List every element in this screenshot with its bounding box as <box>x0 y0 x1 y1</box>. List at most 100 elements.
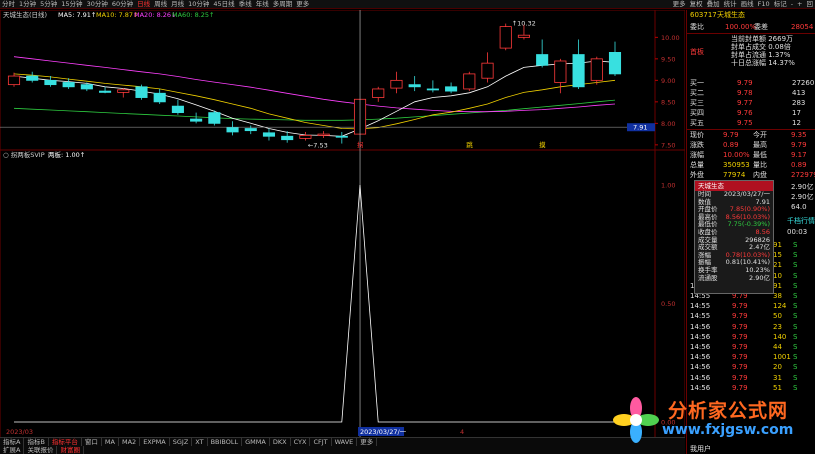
period-tab-8[interactable]: 月线 <box>169 0 186 8</box>
candle <box>208 110 221 126</box>
ma-label: MA10: 7.87↑ <box>96 11 139 19</box>
bid-row: 买五 9.75 12 <box>687 118 815 128</box>
indicator-tab[interactable]: XT <box>192 438 208 446</box>
period-tab-14[interactable]: 更多 <box>294 0 311 8</box>
bid-price: 9.75 <box>737 119 753 127</box>
period-tab-1[interactable]: 1分钟 <box>17 0 38 8</box>
period-tab-2[interactable]: 5分钟 <box>38 0 59 8</box>
indicator-tab[interactable]: 更多 <box>357 438 378 446</box>
extra-value: 2.90亿 <box>791 193 814 201</box>
period-tab-10[interactable]: 45日线 <box>211 0 236 8</box>
quote-value: 9.79 <box>723 131 739 139</box>
shouban-row: 首板 <box>687 47 815 57</box>
price-label: 8.50 <box>661 98 675 106</box>
period-tab-3[interactable]: 15分钟 <box>59 0 84 8</box>
indicator-tab[interactable]: CFJT <box>310 438 332 446</box>
qianzhang-link[interactable]: 千档行情 <box>787 216 815 226</box>
indicator-tab[interactable]: 指标B <box>24 438 49 446</box>
tick-row: 14:56 9.79 51 S <box>687 383 815 393</box>
period-tab-6[interactable]: 日线 <box>135 0 152 8</box>
indicator-value: 两板: 1.00↑ <box>48 150 85 159</box>
wei-cha-value: 28054 <box>791 23 814 31</box>
ext-tab[interactable]: 财富圈 <box>57 446 84 454</box>
indicator-tab[interactable]: 指标平台 <box>49 438 82 446</box>
tick-side: S <box>793 251 798 260</box>
price-label: 8.00 <box>661 120 675 128</box>
toolbar-right-3[interactable]: 统计 <box>722 0 739 8</box>
period-tab-0[interactable]: 分时 <box>0 0 17 8</box>
tick-side: S <box>793 271 798 280</box>
candle <box>7 72 21 87</box>
period-tab-12[interactable]: 年线 <box>254 0 271 8</box>
quote-value: 9.79 <box>791 141 807 149</box>
tick-time: 14:56 <box>690 373 711 382</box>
tick-volume: 44 <box>773 343 782 351</box>
period-tab-13[interactable]: 多周期 <box>271 0 295 8</box>
period-toolbar: 分时 1分钟 5分钟 15分钟 30分钟 60分钟 日线 周线 月线 10分钟 45日线 季线 年线 多周… <box>0 0 815 9</box>
popup-label: 流通股 <box>698 273 718 282</box>
quote-label: 总量 <box>690 161 704 169</box>
bid-volume: 12 <box>792 119 801 127</box>
indicator-tab[interactable]: MA2 <box>119 438 141 446</box>
indicator-tab[interactable]: EXPMA <box>140 438 170 446</box>
tick-time: 14:55 <box>690 302 711 311</box>
toolbar-right-4[interactable]: 画线 <box>739 0 756 8</box>
period-tab-9[interactable]: 10分钟 <box>186 0 211 8</box>
indicator-tab[interactable]: DKX <box>270 438 291 446</box>
toolbar-right-1[interactable]: 复权 <box>688 0 705 8</box>
kline-chart[interactable]: 10.00 9.50 9.00 8.50 8.00 7.50 ↑10.32 ←7.53 7.91… <box>0 10 685 438</box>
stock-name: 天城生态 <box>717 11 745 19</box>
tick-side: S <box>793 363 798 372</box>
ext-tab[interactable]: 关联报价 <box>24 446 58 454</box>
indicator-tab[interactable]: MA <box>102 438 119 446</box>
popup-value: 2.90亿 <box>749 273 770 282</box>
toolbar-right-8[interactable]: + <box>795 0 804 8</box>
extra-value: 2.90亿 <box>791 183 814 191</box>
quote-label: 外盘 <box>690 171 704 179</box>
tick-volume: 23 <box>773 322 782 331</box>
toolbar-right-6[interactable]: 标记 <box>772 0 789 8</box>
candle <box>226 121 239 136</box>
shouban-badge: 首板 <box>690 48 704 56</box>
quote-label: 今开 <box>753 131 767 139</box>
ma-label: MA5: 7.91↑ <box>58 11 96 19</box>
signal-marker: 摸 <box>539 140 546 149</box>
price-label: 7.50 <box>661 141 675 149</box>
candle <box>135 84 148 100</box>
stock-code: 603717 <box>690 11 717 19</box>
toolbar-right-0[interactable]: 更多 <box>671 0 688 8</box>
tick-volume: 10 <box>773 271 782 280</box>
indicator-tab[interactable]: BBIBOLL <box>208 438 243 446</box>
tick-volume: 38 <box>773 292 782 300</box>
tick-price: 9.79 <box>732 312 748 321</box>
candle <box>335 131 348 144</box>
ext-tab[interactable]: 扩展A <box>0 446 25 454</box>
period-tab-4[interactable]: 30分钟 <box>85 0 110 8</box>
indicator-tab[interactable]: GMMA <box>242 438 270 446</box>
signal-marker: 跳 <box>466 140 473 149</box>
wei-bi-label: 委比 <box>690 23 704 31</box>
tick-time: 14:56 <box>690 353 711 362</box>
indicator-tab[interactable]: 指标A <box>0 438 25 446</box>
tick-price: 9.79 <box>732 373 748 382</box>
period-tab-7[interactable]: 周线 <box>152 0 169 8</box>
indicator-tab[interactable]: CYX <box>291 438 311 446</box>
tick-time: 14:56 <box>690 322 711 331</box>
period-tab-11[interactable]: 季线 <box>237 0 254 8</box>
quote-label: 内盘 <box>753 171 767 179</box>
toolbar-right-2[interactable]: 叠加 <box>705 0 722 8</box>
quote-value: 350953 <box>723 161 750 169</box>
candle <box>153 88 166 104</box>
tick-price: 9.79 <box>732 383 748 392</box>
indicator-tab[interactable]: WAVE <box>332 438 358 446</box>
toolbar-right-9[interactable]: 回 <box>805 0 815 8</box>
indicator-tab[interactable]: 窗口 <box>82 438 102 446</box>
tick-side: S <box>793 292 798 300</box>
candle <box>426 80 439 93</box>
tick-side: S <box>793 353 798 362</box>
toolbar-right-5[interactable]: F10 <box>756 0 772 8</box>
bid-label: 买三 <box>690 99 704 107</box>
bid-price: 9.78 <box>737 89 753 97</box>
indicator-tab[interactable]: SGJZ <box>170 438 193 446</box>
period-tab-5[interactable]: 60分钟 <box>110 0 135 8</box>
